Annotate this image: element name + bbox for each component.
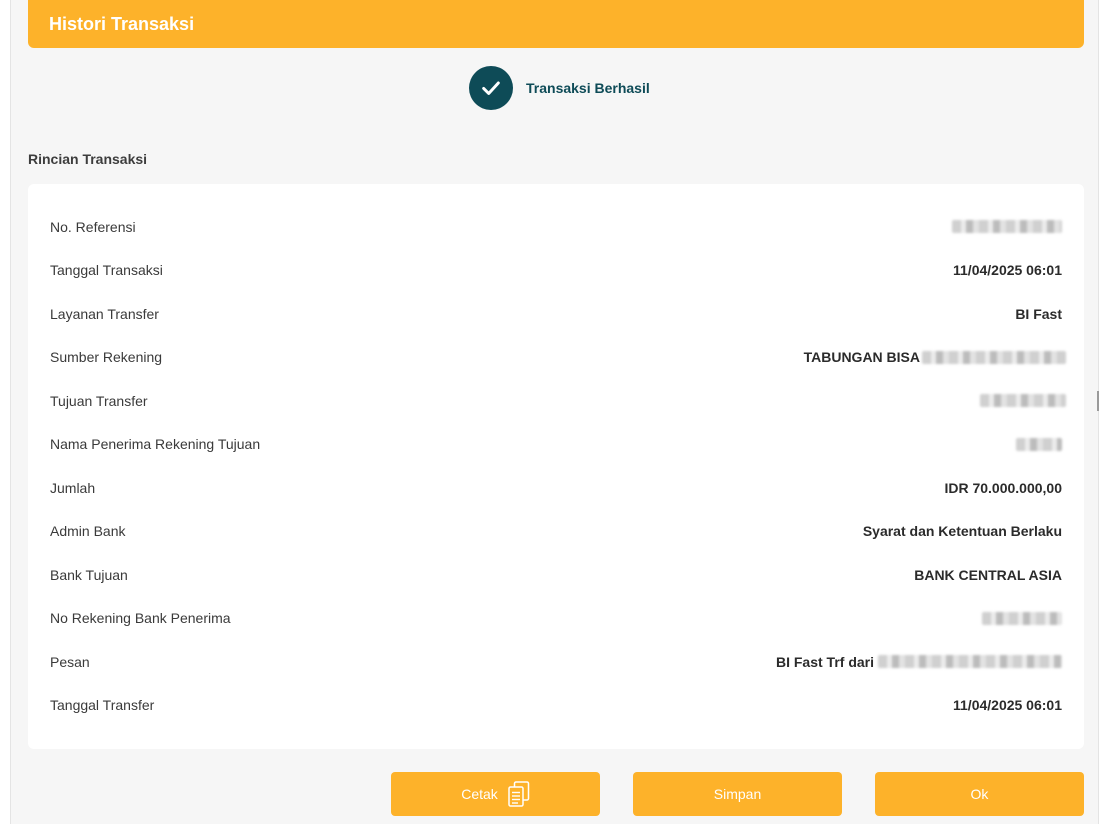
detail-row-transfer-destination: Tujuan Transfer: [50, 379, 1066, 423]
detail-row-reference: No. Referensi: [50, 205, 1062, 249]
detail-value: [1016, 437, 1062, 451]
detail-row-amount: Jumlah IDR 70.000.000,00: [50, 466, 1062, 510]
detail-value: 11/04/2025 06:01: [953, 697, 1062, 714]
detail-value: 11/04/2025 06:01: [953, 262, 1062, 279]
detail-label: No. Referensi: [50, 218, 136, 235]
detail-value: IDR 70.000.000,00: [944, 479, 1062, 496]
detail-row-transfer-service: Layanan Transfer BI Fast: [50, 292, 1062, 336]
detail-row-source-account: Sumber Rekening TABUNGAN BISA: [50, 336, 1066, 380]
status-text: Transaksi Berhasil: [526, 80, 650, 96]
detail-label: Bank Tujuan: [50, 566, 128, 583]
print-button[interactable]: Cetak: [391, 772, 600, 816]
detail-label: Jumlah: [50, 479, 96, 496]
resize-handle[interactable]: [1097, 391, 1099, 411]
detail-value: BANK CENTRAL ASIA: [914, 566, 1062, 583]
detail-value: [952, 220, 1062, 234]
action-buttons: Cetak Simpan Ok: [391, 772, 1084, 816]
detail-label: Tujuan Transfer: [50, 392, 148, 409]
detail-value-text: BI Fast Trf dari: [775, 653, 874, 670]
detail-label: Layanan Transfer: [50, 305, 159, 322]
print-button-label: Cetak: [461, 786, 498, 802]
redacted-value: [878, 655, 1062, 669]
detail-value: TABUNGAN BISA: [803, 349, 1066, 366]
detail-label: Tanggal Transfer: [50, 697, 155, 714]
document-copy-icon: [508, 781, 530, 807]
section-title: Rincian Transaksi: [28, 151, 148, 167]
detail-value: [982, 611, 1062, 625]
detail-row-recipient-name: Nama Penerima Rekening Tujuan: [50, 423, 1062, 467]
redacted-value: [952, 220, 1062, 234]
ok-button[interactable]: Ok: [875, 772, 1084, 816]
detail-label: No Rekening Bank Penerima: [50, 610, 231, 627]
save-button[interactable]: Simpan: [633, 772, 842, 816]
transaction-status: Transaksi Berhasil: [469, 66, 650, 110]
check-icon: [469, 66, 513, 110]
detail-row-recipient-account: No Rekening Bank Penerima: [50, 597, 1062, 641]
detail-row-transaction-date: Tanggal Transaksi 11/04/2025 06:01: [50, 249, 1062, 293]
detail-value-text: TABUNGAN BISA: [803, 349, 920, 366]
redacted-value: [1016, 437, 1062, 451]
redacted-value: [922, 350, 1066, 364]
page-header: Histori Transaksi: [28, 0, 1084, 48]
transaction-details-card: No. Referensi Tanggal Transaksi 11/04/20…: [28, 184, 1084, 749]
detail-label: Admin Bank: [50, 523, 126, 540]
detail-row-transfer-date: Tanggal Transfer 11/04/2025 06:01: [50, 684, 1062, 728]
detail-value: Syarat dan Ketentuan Berlaku: [862, 523, 1062, 540]
detail-value: BI Fast Trf dari: [776, 654, 1062, 670]
detail-value: BI Fast: [1015, 305, 1062, 322]
detail-label: Nama Penerima Rekening Tujuan: [50, 436, 261, 453]
detail-row-message: Pesan BI Fast Trf dari: [50, 640, 1062, 684]
page-title: Histori Transaksi: [49, 13, 195, 34]
detail-label: Sumber Rekening: [50, 349, 163, 366]
detail-value: [980, 394, 1066, 408]
redacted-value: [982, 611, 1062, 625]
dialog-frame: Histori Transaksi Transaksi Berhasil Rin…: [10, 0, 1099, 824]
redacted-value: [980, 394, 1066, 408]
detail-label: Pesan: [50, 653, 90, 670]
detail-label: Tanggal Transaksi: [50, 262, 163, 279]
detail-row-admin-fee: Admin Bank Syarat dan Ketentuan Berlaku: [50, 510, 1062, 554]
detail-row-destination-bank: Bank Tujuan BANK CENTRAL ASIA: [50, 553, 1062, 597]
